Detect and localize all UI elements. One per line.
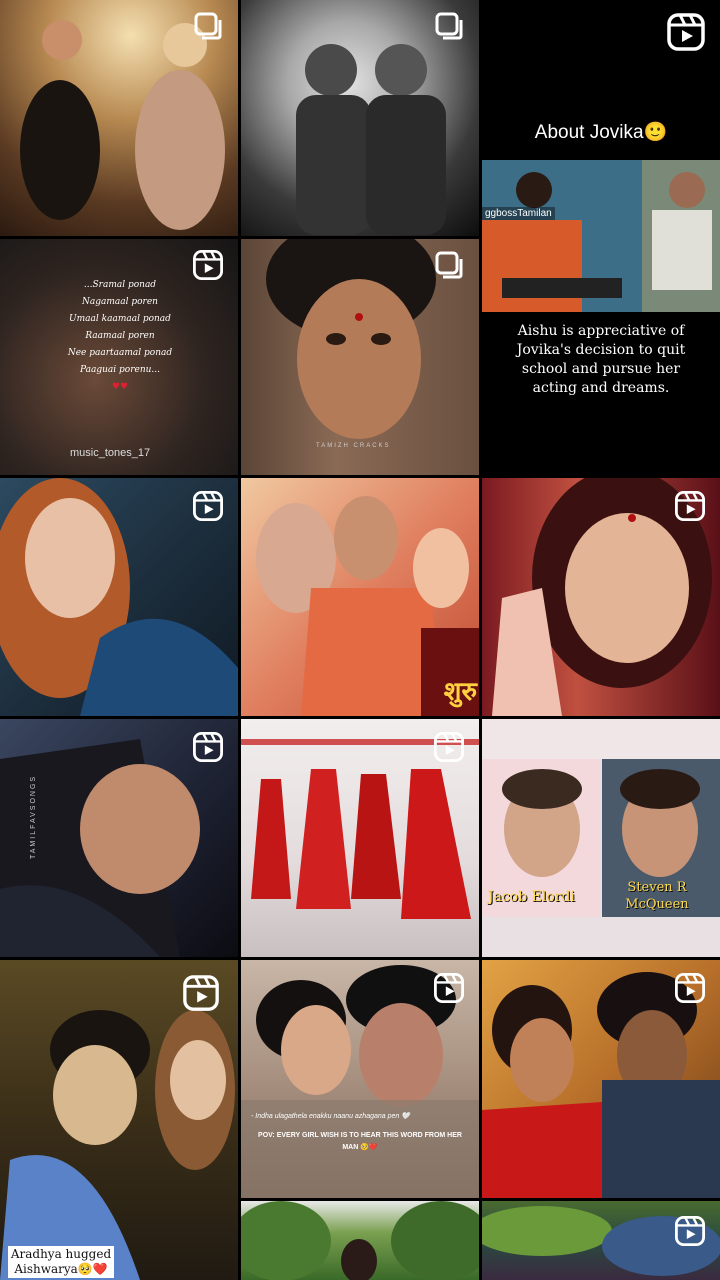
lyric-line: Nagamaal poren: [82, 297, 158, 307]
post-tile[interactable]: [482, 478, 720, 716]
reality-show-image: [482, 160, 720, 312]
outdoor-portrait-image: [241, 1201, 479, 1280]
lyric-line: Umaal kaamaal ponad: [69, 314, 171, 324]
channel-watermark: ggbossTamilan: [482, 207, 555, 220]
post-tile[interactable]: - Indha ulagathela enakku naanu azhagana…: [241, 960, 479, 1198]
reel-icon: [674, 490, 706, 522]
channel-watermark: music_tones_17: [70, 447, 151, 459]
reel-icon: [182, 974, 220, 1012]
post-tile[interactable]: [0, 0, 238, 236]
reel-icon: [674, 972, 706, 1004]
post-tile[interactable]: [0, 478, 238, 716]
carousel-icon: [433, 10, 465, 42]
post-caption: - Indha ulagathela enakku naanu azhagana…: [251, 1113, 410, 1120]
post-tile[interactable]: TAMIZH CRACKS: [241, 239, 479, 475]
reel-icon: [674, 1215, 706, 1247]
channel-watermark: TAMILFAVSONGS: [30, 774, 37, 859]
reel-icon: [433, 972, 465, 1004]
actor-name-label: Jacob Elordi: [488, 889, 575, 905]
post-caption: POV: EVERY GIRL WISH IS TO HEAR THIS WOR…: [258, 1132, 462, 1151]
actor-comparison-image: [482, 719, 720, 917]
lyric-line: Nee paartaamal ponad: [67, 348, 173, 358]
post-tile[interactable]: Jacob Elordi Steven R McQueen: [482, 719, 720, 957]
post-caption: Aradhya hugged Aishwarya🥺❤️: [8, 1246, 114, 1278]
lyric-line: ...Sramal ponad: [83, 280, 157, 290]
post-tile[interactable]: Aradhya hugged Aishwarya🥺❤️: [0, 960, 238, 1280]
reel-icon: [666, 12, 706, 52]
carousel-icon: [192, 10, 224, 42]
post-tile[interactable]: TAMILFAVSONGS: [0, 719, 238, 957]
explore-grid: About Jovika🙂 ggbossTamilan Aishu is app…: [0, 0, 720, 1280]
post-tile[interactable]: About Jovika🙂 ggbossTamilan Aishu is app…: [482, 0, 720, 476]
post-caption: Aishu is appreciative of Jovika's decisi…: [516, 323, 686, 396]
post-tile[interactable]: [241, 0, 479, 236]
post-tile[interactable]: शुरु: [241, 478, 479, 716]
reel-icon: [192, 731, 224, 763]
channel-watermark: TAMIZH CRACKS: [316, 443, 391, 449]
lyric-line: Paaguai porenu...: [79, 365, 161, 375]
lyric-line: Raamaal poren: [85, 331, 155, 341]
post-tile[interactable]: ...Sramal ponad Nagamaal poren Umaal kaa…: [0, 239, 238, 475]
post-tile[interactable]: [482, 960, 720, 1198]
actor-name-label: Steven R McQueen: [625, 880, 689, 912]
post-tile[interactable]: [241, 1201, 479, 1280]
post-tile[interactable]: [241, 719, 479, 957]
carousel-icon: [433, 249, 465, 281]
reel-icon: [192, 490, 224, 522]
lyrics-overlay: ...Sramal ponad Nagamaal poren Umaal kaa…: [40, 277, 200, 396]
post-tile[interactable]: [482, 1201, 720, 1280]
heart-icon: ♥♥: [111, 382, 129, 392]
post-title: About Jovika🙂: [534, 122, 668, 143]
reel-icon: [433, 731, 465, 763]
poster-text: शुरु: [443, 677, 477, 707]
